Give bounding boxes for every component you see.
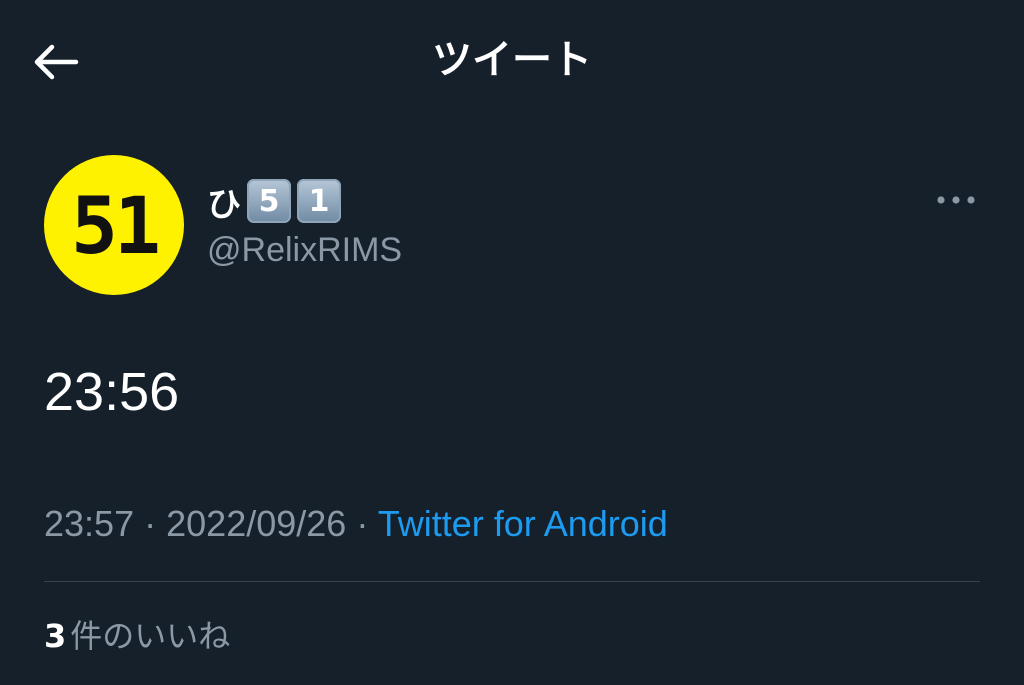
likes-link[interactable]: 3 件のいいね xyxy=(44,612,230,660)
header-bar: ツイート xyxy=(0,0,1024,120)
keycap-one-emoji: 1 xyxy=(297,179,341,223)
meta-separator: · xyxy=(356,503,369,544)
tweet-text: 23:56 xyxy=(44,362,180,422)
tweet-time[interactable]: 23:57 xyxy=(44,503,134,544)
more-options-button[interactable] xyxy=(928,180,984,220)
likes-count: 3 xyxy=(44,617,67,655)
keycap-five-emoji: 5 xyxy=(247,179,291,223)
avatar-text: 51 xyxy=(71,182,161,272)
author-handle[interactable]: @RelixRIMS xyxy=(207,228,402,272)
meta-separator: · xyxy=(144,503,157,544)
source-link[interactable]: Twitter for Android xyxy=(378,503,668,544)
tweet-metadata: 23:57 · 2022/09/26 · Twitter for Android xyxy=(44,500,668,548)
author-name[interactable]: ひ 5 1 xyxy=(207,176,341,226)
avatar[interactable]: 51 xyxy=(44,155,184,295)
tweet-date[interactable]: 2022/09/26 xyxy=(166,503,346,544)
author-name-text: ひ xyxy=(207,184,241,225)
likes-label: 件のいいね xyxy=(70,617,231,655)
more-horizontal-icon xyxy=(937,196,975,204)
divider xyxy=(44,581,980,582)
tweet-detail-screen: ツイート 51 ひ 5 1 @RelixRIMS 23:56 23:57 · 2… xyxy=(0,0,1024,685)
page-title: ツイート xyxy=(432,37,592,83)
